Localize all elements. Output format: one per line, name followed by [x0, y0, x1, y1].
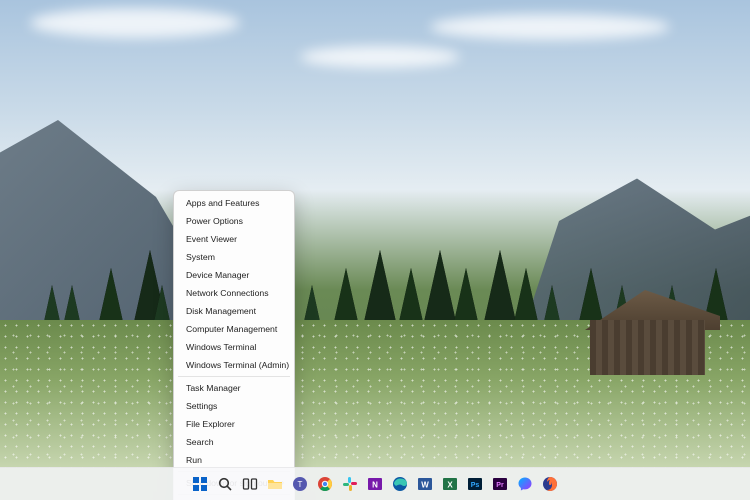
- menu-item-windows-terminal[interactable]: Windows Terminal: [174, 338, 294, 356]
- taskbar: T N W X Ps Pr: [0, 467, 750, 500]
- wallpaper-cloud: [430, 14, 670, 40]
- wallpaper-cloud: [30, 8, 240, 38]
- photoshop-icon[interactable]: Ps: [466, 475, 484, 493]
- menu-item-disk-management[interactable]: Disk Management: [174, 302, 294, 320]
- menu-item-event-viewer[interactable]: Event Viewer: [174, 230, 294, 248]
- svg-text:Pr: Pr: [496, 482, 504, 489]
- svg-text:T: T: [298, 480, 303, 489]
- desktop[interactable]: Apps and FeaturesPower OptionsEvent View…: [0, 0, 750, 500]
- svg-text:W: W: [421, 481, 429, 490]
- menu-item-system[interactable]: System: [174, 248, 294, 266]
- task-view-icon[interactable]: [241, 475, 259, 493]
- messenger-icon[interactable]: [516, 475, 534, 493]
- menu-item-network-connections[interactable]: Network Connections: [174, 284, 294, 302]
- edge-icon[interactable]: [391, 475, 409, 493]
- menu-item-apps-and-features[interactable]: Apps and Features: [174, 194, 294, 212]
- onenote-icon[interactable]: N: [366, 475, 384, 493]
- start-icon[interactable]: [191, 475, 209, 493]
- menu-item-computer-management[interactable]: Computer Management: [174, 320, 294, 338]
- menu-item-search[interactable]: Search: [174, 433, 294, 451]
- slack-icon[interactable]: [341, 475, 359, 493]
- chrome-icon[interactable]: [316, 475, 334, 493]
- excel-icon[interactable]: X: [441, 475, 459, 493]
- svg-text:N: N: [372, 481, 378, 490]
- menu-item-power-options[interactable]: Power Options: [174, 212, 294, 230]
- winx-context-menu: Apps and FeaturesPower OptionsEvent View…: [173, 190, 295, 500]
- svg-text:Ps: Ps: [471, 482, 480, 489]
- firefox-icon[interactable]: [541, 475, 559, 493]
- teams-icon[interactable]: T: [291, 475, 309, 493]
- word-icon[interactable]: W: [416, 475, 434, 493]
- svg-text:X: X: [447, 481, 453, 490]
- menu-item-device-manager[interactable]: Device Manager: [174, 266, 294, 284]
- wallpaper-barn: [570, 290, 710, 375]
- file-explorer-icon[interactable]: [266, 475, 284, 493]
- menu-item-settings[interactable]: Settings: [174, 397, 294, 415]
- search-icon[interactable]: [216, 475, 234, 493]
- menu-item-task-manager[interactable]: Task Manager: [174, 379, 294, 397]
- menu-item-file-explorer[interactable]: File Explorer: [174, 415, 294, 433]
- wallpaper-cloud: [300, 46, 460, 68]
- menu-item-windows-terminal-admin[interactable]: Windows Terminal (Admin): [174, 356, 294, 374]
- premiere-icon[interactable]: Pr: [491, 475, 509, 493]
